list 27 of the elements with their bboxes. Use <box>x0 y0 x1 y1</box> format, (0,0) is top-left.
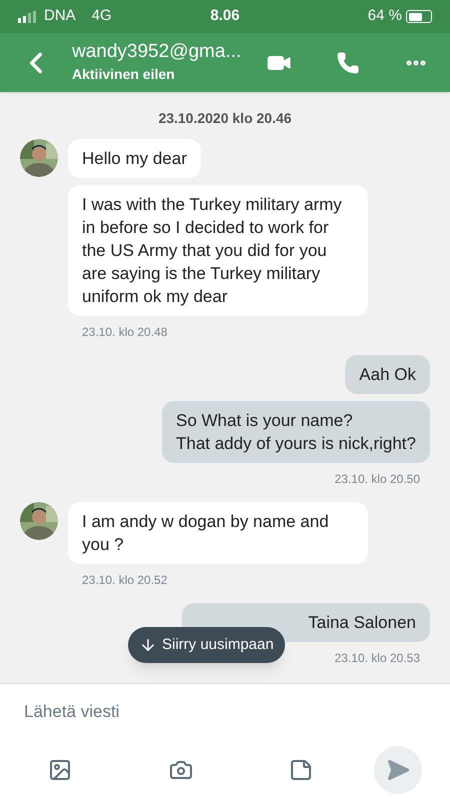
send-button[interactable] <box>374 746 422 794</box>
message-time: 23.10. klo 20.48 <box>82 324 168 341</box>
sticker-icon[interactable] <box>289 758 313 782</box>
message-time: 23.10. klo 20.53 <box>334 650 420 667</box>
image-icon[interactable] <box>48 758 72 782</box>
signal-icon <box>18 10 36 22</box>
battery-icon <box>406 10 432 23</box>
message-time: 23.10. klo 20.50 <box>334 471 420 488</box>
network-type: 4G <box>92 6 112 26</box>
incoming-message: I was with the Turkey military army in before so I decided to work for the US Army that you did for you are saying is the Turkey military uniform ok my dear <box>68 185 368 316</box>
battery-percent: 64 % <box>368 6 402 26</box>
message-time: 23.10. klo 20.52 <box>82 572 168 589</box>
jump-to-latest-button[interactable]: Siirry uusimpaan <box>128 627 285 663</box>
camera-icon[interactable] <box>169 758 193 782</box>
date-separator: 23.10.2020 klo 20.46 <box>158 109 292 128</box>
down-arrow-icon <box>139 636 157 654</box>
outgoing-message: So What is your name? That addy of yours is nick,right? <box>162 401 430 463</box>
outgoing-message: Aah Ok <box>345 355 430 394</box>
send-icon <box>386 758 410 782</box>
contact-name: wandy3952@gma... <box>72 40 242 64</box>
message-composer[interactable]: Lähetä viesti <box>0 683 450 800</box>
phone-icon[interactable] <box>336 50 360 74</box>
incoming-message: I am andy w dogan by name and you ? <box>68 502 368 564</box>
contact-status: Aktiivinen eilen <box>72 65 176 84</box>
clock: 8.06 <box>209 6 241 26</box>
incoming-message: Hello my dear <box>68 139 201 178</box>
carrier: DNA <box>44 6 76 26</box>
